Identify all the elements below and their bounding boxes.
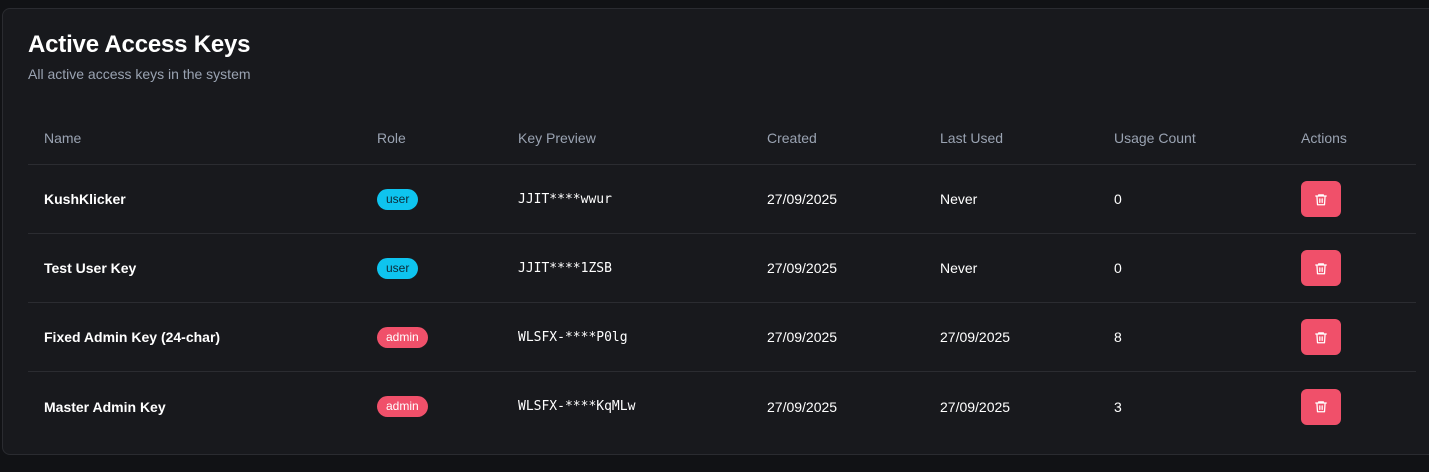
access-keys-table: Name Role Key Preview Created Last Used … [28,111,1416,441]
last-used: 27/09/2025 [940,329,1011,345]
role-badge: user [377,257,419,279]
header-role: Role [377,129,406,146]
role-badge: user [377,188,419,210]
usage-count: 8 [1114,329,1122,345]
created-date: 27/09/2025 [767,260,838,276]
header-name: Name [44,129,82,146]
table-row: Fixed Admin Key (24-char) admin WLSFX-**… [28,303,1416,372]
role-cell: admin [377,372,428,441]
last-used: 27/09/2025 [940,398,1011,415]
trash-icon [1315,262,1327,274]
last-used: Never [940,260,978,276]
table-row: Test User Key user JJIT****1ZSB 27/09/20… [28,234,1416,303]
usage-count: 0 [1114,191,1122,207]
table-row: KushKlicker user JJIT****wwur 27/09/2025… [28,165,1416,234]
role-cell: admin [377,303,428,371]
key-preview: WLSFX-****P0lg [518,329,628,345]
header-last-used: Last Used [940,129,1004,146]
key-name: Fixed Admin Key (24-char) [44,329,221,345]
header-usage-count: Usage Count [1114,129,1196,146]
actions-cell [1301,372,1341,441]
created-date: 27/09/2025 [767,329,838,345]
created-date: 27/09/2025 [767,398,838,415]
actions-cell [1301,234,1341,302]
key-preview: JJIT****1ZSB [518,260,612,276]
card-title: Active Access Keys [28,31,251,58]
header-key-preview: Key Preview [518,129,596,146]
role-cell: user [377,165,419,233]
trash-icon [1315,331,1327,343]
role-cell: user [377,234,419,302]
table-row: Master Admin Key admin WLSFX-****KqMLw 2… [28,372,1416,441]
delete-key-button[interactable] [1301,319,1341,355]
key-name: Master Admin Key [44,398,166,415]
last-used: Never [940,191,978,207]
delete-key-button[interactable] [1301,250,1341,286]
actions-cell [1301,303,1341,371]
trash-icon [1315,193,1327,205]
key-preview: JJIT****wwur [518,191,612,207]
table-header-row: Name Role Key Preview Created Last Used … [28,111,1416,165]
trash-icon [1315,401,1327,413]
card-subtitle: All active access keys in the system [28,66,251,82]
actions-cell [1301,165,1341,233]
key-preview: WLSFX-****KqMLw [518,399,636,414]
delete-key-button[interactable] [1301,181,1341,217]
header-actions: Actions [1301,129,1347,146]
header-created: Created [767,129,817,146]
access-keys-card: Active Access Keys All active access key… [2,8,1429,455]
role-badge: admin [377,396,428,417]
key-name: Test User Key [44,260,137,276]
usage-count: 3 [1114,398,1122,415]
key-name: KushKlicker [44,191,126,207]
delete-key-button[interactable] [1301,388,1341,425]
usage-count: 0 [1114,260,1122,276]
role-badge: admin [377,326,428,348]
created-date: 27/09/2025 [767,191,838,207]
